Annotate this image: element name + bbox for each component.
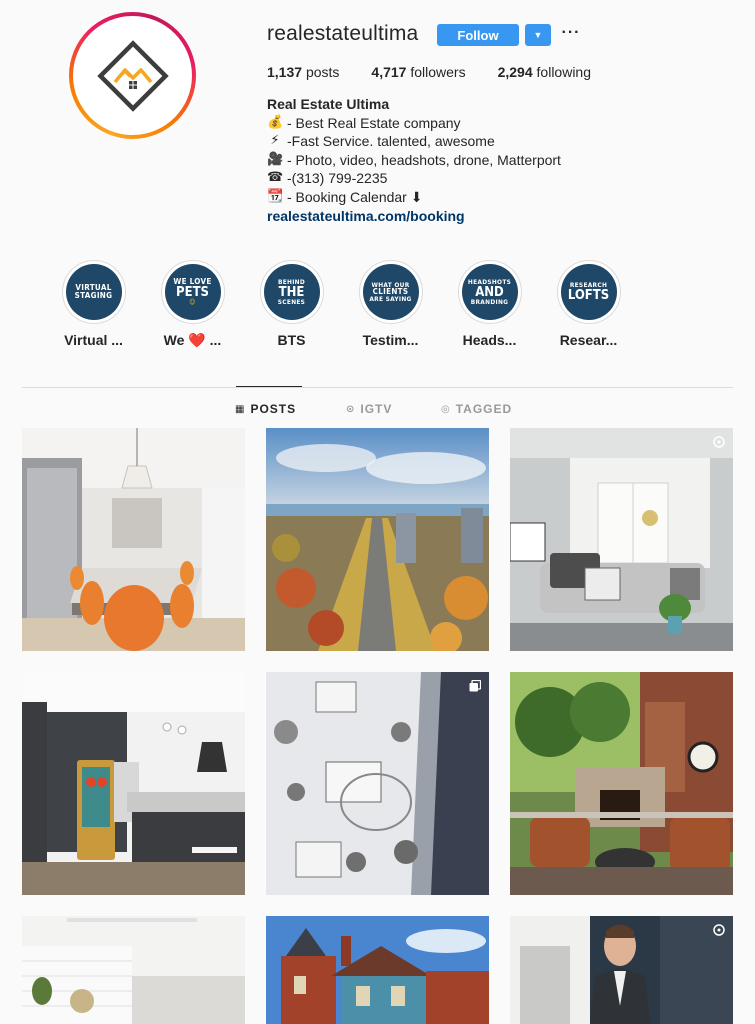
smiley-icon: ☺ bbox=[189, 298, 196, 307]
igtv-icon: ⊙ bbox=[346, 403, 356, 415]
highlight-label: BTS bbox=[277, 332, 306, 348]
bio-link[interactable]: realestateultima.com/booking bbox=[267, 207, 561, 226]
followers-count[interactable]: 4,717 followers bbox=[371, 64, 465, 80]
highlight-cover: RESEARCH LOFTS bbox=[560, 264, 617, 320]
post-tile[interactable] bbox=[22, 672, 245, 895]
tab-tagged[interactable]: ◎ TAGGED bbox=[441, 402, 512, 416]
highlight-cover: BEHIND THE SCENES bbox=[263, 264, 320, 320]
more-dots-icon: ··· bbox=[561, 24, 581, 41]
tab-label: IGTV bbox=[360, 402, 393, 416]
shiplap-room-photo bbox=[22, 916, 245, 1024]
lightning-icon: ⚡ bbox=[270, 133, 280, 148]
more-options-button[interactable]: ··· bbox=[562, 22, 580, 44]
highlight-label: Resear... bbox=[559, 332, 618, 348]
dark-kitchen-photo bbox=[22, 672, 245, 895]
tab-label: POSTS bbox=[250, 402, 297, 416]
bio-full-name: Real Estate Ultima bbox=[267, 96, 390, 112]
post-tile[interactable] bbox=[266, 672, 489, 895]
highlight-research-lofts[interactable]: RESEARCH LOFTS Resear... bbox=[539, 260, 638, 349]
active-tab-indicator bbox=[236, 386, 302, 387]
bio-line: ⚡ -Fast Service. talented, awesome bbox=[267, 132, 561, 151]
post-tile[interactable] bbox=[510, 428, 733, 651]
suggested-accounts-button[interactable]: ▼ bbox=[525, 24, 551, 46]
man-in-suit-photo bbox=[510, 916, 733, 1024]
profile-bio: Real Estate Ultima 💰 - Best Real Estate c… bbox=[267, 95, 561, 226]
realestate-logo-icon bbox=[96, 39, 169, 112]
multiple-photos-icon bbox=[469, 680, 481, 692]
following-count[interactable]: 2,294 following bbox=[498, 64, 591, 80]
video-camera-icon: 🎥 bbox=[267, 151, 284, 167]
tab-posts[interactable]: ▦ POSTS bbox=[235, 402, 346, 416]
bio-line: 🎥 - Photo, video, headshots, drone, Matt… bbox=[267, 151, 561, 168]
money-bag-icon: 💰 bbox=[267, 114, 284, 130]
profile-username: realestateultima bbox=[267, 22, 419, 45]
kitchen-photo bbox=[22, 428, 245, 651]
highlight-label: Testim... bbox=[362, 332, 419, 348]
profile-tabs: ▦ POSTS ⊙ IGTV ◎ TAGGED bbox=[235, 402, 512, 416]
patio-photo bbox=[510, 672, 733, 895]
highlight-cover: WHAT OUR CLIENTS ARE SAYING bbox=[362, 264, 419, 320]
story-highlights: VIRTUAL STAGING Virtual ... WE LOVE PETS ☺ … bbox=[44, 260, 638, 349]
tab-label: TAGGED bbox=[455, 402, 513, 416]
follow-button[interactable]: Follow bbox=[437, 24, 519, 46]
posts-count: 1,137 posts bbox=[267, 64, 340, 80]
tab-igtv[interactable]: ⊙ IGTV bbox=[346, 402, 441, 416]
post-tile[interactable] bbox=[22, 916, 245, 1024]
highlight-bts[interactable]: BEHIND THE SCENES BTS bbox=[242, 260, 341, 349]
highlight-label: We ❤️ ... bbox=[163, 332, 222, 348]
post-tile[interactable] bbox=[510, 672, 733, 895]
highlight-headshots[interactable]: HEADSHOTS AND BRANDING Heads... bbox=[440, 260, 539, 349]
highlight-virtual-staging[interactable]: VIRTUAL STAGING Virtual ... bbox=[44, 260, 143, 349]
highlight-cover: VIRTUAL STAGING bbox=[65, 264, 122, 320]
bio-line: ☎ -(313) 799-2235 bbox=[267, 170, 388, 186]
bio-line: 📆 - Booking Calendar ⬇ bbox=[267, 188, 423, 205]
highlight-cover: HEADSHOTS AND BRANDING bbox=[461, 264, 518, 320]
profile-avatar[interactable] bbox=[69, 12, 196, 139]
tag-icon: ◎ bbox=[441, 403, 451, 415]
calendar-icon: 📆 bbox=[267, 188, 284, 204]
grid-icon: ▦ bbox=[235, 403, 246, 415]
highlight-testimonials[interactable]: WHAT OUR CLIENTS ARE SAYING Testim... bbox=[341, 260, 440, 349]
reel-icon bbox=[713, 924, 725, 936]
telephone-icon: ☎ bbox=[267, 170, 284, 185]
highlight-label: Virtual ... bbox=[64, 332, 123, 348]
snowy-aerial-photo bbox=[266, 672, 489, 895]
highlight-cover: WE LOVE PETS ☺ bbox=[164, 264, 221, 320]
post-tile[interactable] bbox=[22, 428, 245, 651]
post-tile[interactable] bbox=[266, 428, 489, 651]
highlight-pets[interactable]: WE LOVE PETS ☺ We ❤️ ... bbox=[143, 260, 242, 349]
reel-icon bbox=[713, 436, 725, 448]
tabs-divider bbox=[22, 387, 733, 388]
post-tile[interactable] bbox=[510, 916, 733, 1024]
profile-stats: 1,137 posts 4,717 followers 2,294 follow… bbox=[267, 64, 623, 80]
chevron-down-icon: ▼ bbox=[533, 30, 543, 40]
post-tile[interactable] bbox=[266, 916, 489, 1024]
bio-line: 💰 - Best Real Estate company bbox=[267, 114, 461, 131]
highlight-label: Heads... bbox=[462, 332, 517, 348]
victorian-houses-photo bbox=[266, 916, 489, 1024]
aerial-city-photo bbox=[266, 428, 489, 651]
living-room-photo bbox=[510, 428, 733, 651]
